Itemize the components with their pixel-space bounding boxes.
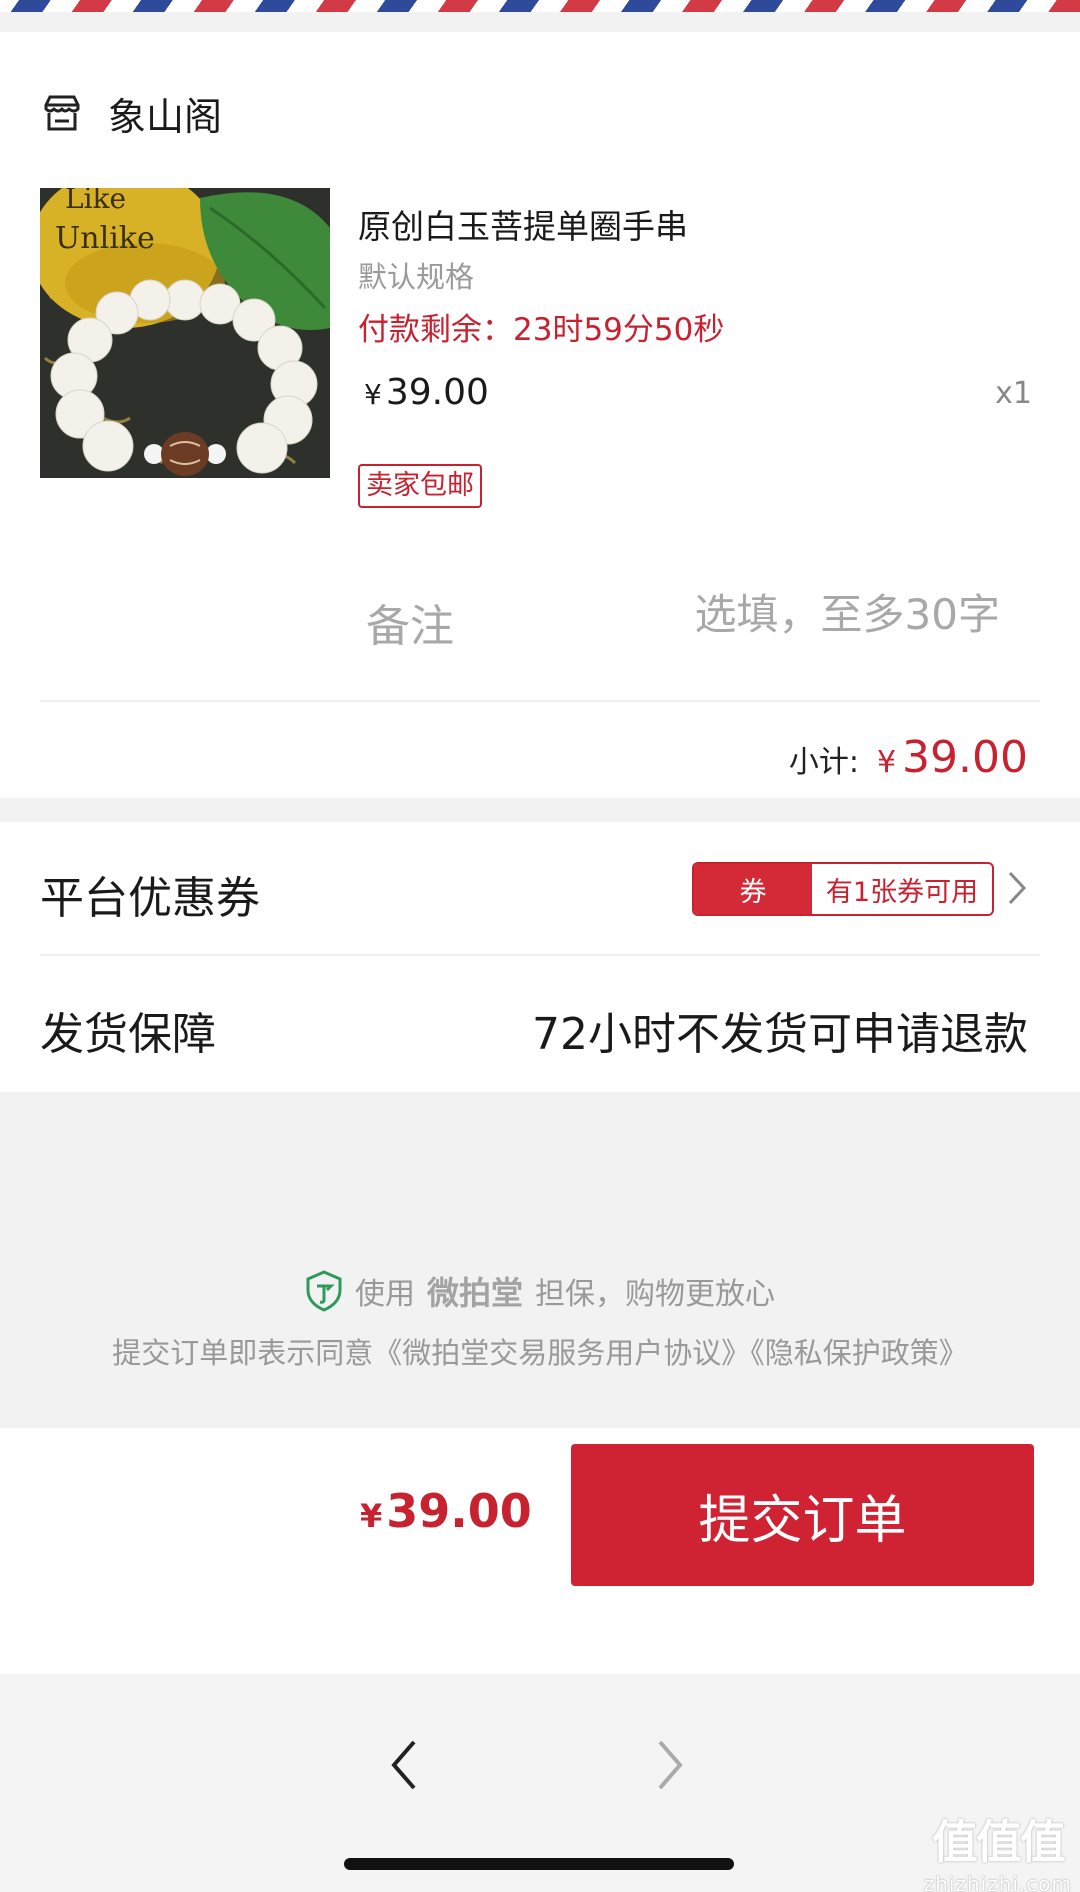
- total-currency: ¥: [360, 1497, 383, 1535]
- watermark-logo: 值值值: [931, 1815, 1066, 1869]
- total-price: ¥39.00: [360, 1484, 532, 1538]
- platform-guarantee: 使用 微拍堂 担保，购物更放心: [0, 1268, 1080, 1314]
- submit-order-button[interactable]: 提交订单: [571, 1444, 1034, 1586]
- price-currency: ¥: [364, 378, 382, 411]
- subtotal-currency: ¥: [876, 745, 897, 780]
- image-text-like: Like: [65, 188, 126, 215]
- guarantee-use-text: 使用: [354, 1277, 415, 1312]
- coupon-available-text: 有1张券可用: [812, 864, 992, 914]
- order-item-card: 象山阁 Like Unlike 原创白玉菩提单圈手串 默认规格 付款剩余：23时…: [0, 32, 1080, 798]
- home-indicator[interactable]: [344, 1858, 734, 1870]
- product-image[interactable]: Like Unlike: [40, 188, 330, 478]
- divider: [40, 954, 1040, 956]
- payment-countdown: 付款剩余：23时59分50秒: [358, 312, 725, 348]
- subtotal-amount: 39.00: [902, 732, 1028, 783]
- airmail-border: [0, 0, 1080, 12]
- shop-header[interactable]: 象山阁: [40, 88, 223, 139]
- price-value: 39.00: [385, 372, 489, 413]
- product-quantity: x1: [995, 376, 1032, 411]
- subtotal-value: ¥39.00: [877, 732, 1028, 783]
- delivery-guarantee-value: 72小时不发货可申请退款: [532, 1009, 1028, 1060]
- bracelet-photo: Like Unlike: [40, 188, 330, 478]
- watermark: 值值值 zhizhizhi.com: [924, 1806, 1072, 1892]
- back-arrow-icon[interactable]: [382, 1730, 426, 1800]
- browser-nav-bar: 值值值 zhizhizhi.com: [0, 1674, 1080, 1892]
- coupon-badge[interactable]: 券 有1张券可用: [692, 862, 994, 916]
- subtotal: 小计: ¥39.00: [789, 732, 1028, 783]
- agreement-text[interactable]: 提交订单即表示同意《微拍堂交易服务用户协议》《隐私保护政策》: [0, 1330, 1080, 1372]
- total-amount: 39.00: [386, 1484, 532, 1538]
- coupon-label[interactable]: 平台优惠券: [40, 862, 260, 926]
- guarantee-text: 担保，购物更放心: [535, 1277, 775, 1312]
- divider: [40, 700, 1040, 702]
- subtotal-label: 小计:: [788, 745, 859, 780]
- shield-icon: [306, 1270, 342, 1312]
- image-text-unlike: Unlike: [55, 221, 155, 256]
- remark-input[interactable]: [660, 584, 1000, 644]
- free-shipping-badge: 卖家包邮: [358, 464, 482, 508]
- remark-label: 备注: [366, 601, 454, 652]
- product-spec: 默认规格: [358, 260, 475, 294]
- forward-arrow-icon[interactable]: [648, 1730, 692, 1800]
- delivery-guarantee-label: 发货保障: [40, 1009, 216, 1060]
- coupon-ticket-label: 券: [694, 864, 818, 914]
- product-title[interactable]: 原创白玉菩提单圈手串: [358, 200, 688, 248]
- chevron-right-icon[interactable]: [1004, 868, 1030, 908]
- watermark-url: zhizhizhi.com: [923, 1872, 1072, 1892]
- checkout-bar: ¥39.00 提交订单: [0, 1428, 1080, 1674]
- product-price: ¥39.00: [364, 372, 489, 413]
- store-icon: [44, 95, 80, 131]
- platform-brand: 微拍堂: [426, 1274, 523, 1312]
- shop-name: 象山阁: [108, 94, 223, 139]
